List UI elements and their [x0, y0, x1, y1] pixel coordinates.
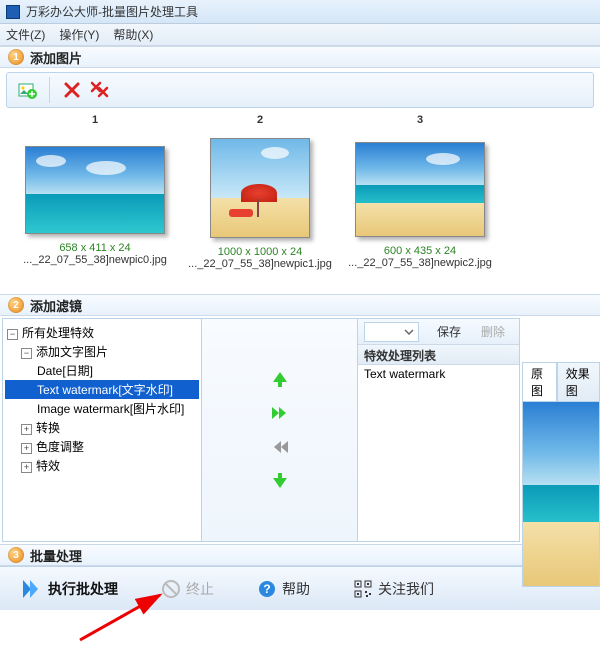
thumb-1-dims: 658 x 411 x 24 [23, 242, 167, 254]
execute-batch-button[interactable]: 执行批处理 [12, 574, 126, 604]
qrcode-icon [354, 580, 372, 598]
image-toolbar [6, 72, 594, 108]
thumb-3[interactable]: 600 x 435 x 24 ..._22_07_55_38]newpic2.j… [340, 132, 500, 270]
section3-header: 3 批量处理 [0, 544, 600, 566]
window-titlebar: 万彩办公大师-批量图片处理工具 [0, 0, 600, 24]
clear-all-button[interactable] [86, 76, 114, 104]
stop-label: 终止 [186, 579, 214, 599]
section1-title: 添加图片 [30, 48, 82, 67]
double-arrow-right-icon [270, 403, 290, 423]
chevron-down-icon [403, 326, 415, 338]
help-button[interactable]: ? 帮助 [250, 575, 318, 603]
thumb-2[interactable]: 1000 x 1000 x 24 ..._22_07_55_38]newpic1… [180, 132, 340, 270]
tab-original[interactable]: 原图 [522, 362, 557, 402]
tree-text-watermark[interactable]: Text watermark[文字水印] [5, 380, 199, 399]
remove-icon [63, 81, 81, 99]
move-down-button[interactable] [268, 469, 292, 493]
section1-header: 1 添加图片 [0, 46, 600, 68]
thumb-3-image [355, 142, 485, 237]
section2-body: −所有处理特效 −添加文字图片 Date[日期] Text watermark[… [0, 316, 600, 544]
step-badge-1: 1 [8, 49, 24, 65]
remove-image-button[interactable] [58, 76, 86, 104]
toolbar-separator [49, 77, 50, 103]
menu-action[interactable]: 操作(Y) [59, 26, 99, 43]
double-arrow-left-icon [270, 437, 290, 457]
effect-list-header: 特效处理列表 [358, 345, 519, 365]
delete-preset-button[interactable]: 删除 [473, 321, 513, 342]
thumbs-header: 1 2 3 [0, 112, 600, 128]
tree-effects[interactable]: +特效 [5, 456, 199, 475]
effect-list-toolbar: 保存 删除 [358, 319, 519, 345]
tree-toggle-icon[interactable]: − [21, 348, 32, 359]
thumb-1-caption: 658 x 411 x 24 ..._22_07_55_38]newpic0.j… [23, 242, 167, 266]
follow-us-label: 关注我们 [378, 579, 434, 599]
help-icon: ? [258, 580, 276, 598]
col-1: 1 [10, 114, 180, 126]
execute-batch-label: 执行批处理 [48, 579, 118, 599]
help-label: 帮助 [282, 579, 310, 599]
preview-image [522, 401, 600, 587]
thumb-3-fname: ..._22_07_55_38]newpic2.jpg [348, 257, 492, 269]
tree-date[interactable]: Date[日期] [5, 361, 199, 380]
svg-text:?: ? [263, 582, 270, 596]
effect-list-item[interactable]: Text watermark [364, 367, 513, 381]
section2-title: 添加滤镜 [30, 296, 82, 315]
col-2: 2 [180, 114, 340, 126]
thumb-2-image [210, 138, 310, 238]
tab-result[interactable]: 效果图 [557, 362, 600, 402]
thumb-1-image [25, 146, 165, 234]
stop-icon [162, 580, 180, 598]
stop-button[interactable]: 终止 [154, 575, 222, 603]
clear-all-icon [90, 81, 110, 99]
thumbs-row: 658 x 411 x 24 ..._22_07_55_38]newpic0.j… [0, 128, 600, 294]
tree-toggle-icon[interactable]: + [21, 462, 32, 473]
save-preset-button[interactable]: 保存 [429, 321, 469, 342]
arrow-buttons-pane [202, 318, 357, 542]
tree-root[interactable]: −所有处理特效 [5, 323, 199, 342]
tree-toggle-icon[interactable]: − [7, 329, 18, 340]
tree-color-adjust[interactable]: +色度调整 [5, 437, 199, 456]
remove-effect-button[interactable] [268, 435, 292, 459]
section2-header: 2 添加滤镜 [0, 294, 600, 316]
effect-list-pane: 保存 删除 特效处理列表 Text watermark [357, 318, 520, 542]
app-icon [6, 5, 20, 19]
effects-tree[interactable]: −所有处理特效 −添加文字图片 Date[日期] Text watermark[… [2, 318, 202, 542]
preview-pane: 原图 效果图 [522, 362, 600, 592]
arrow-down-icon [270, 471, 290, 491]
step-badge-3: 3 [8, 547, 24, 563]
add-image-icon [17, 80, 37, 100]
arrow-up-icon [270, 369, 290, 389]
add-effect-button[interactable] [268, 401, 292, 425]
effect-list[interactable]: Text watermark [358, 365, 519, 541]
move-up-button[interactable] [268, 367, 292, 391]
bottom-toolbar: 执行批处理 终止 ? 帮助 关注我们 [0, 566, 600, 610]
window-title: 万彩办公大师-批量图片处理工具 [26, 3, 198, 20]
follow-us-button[interactable]: 关注我们 [346, 575, 442, 603]
add-image-button[interactable] [13, 76, 41, 104]
tree-image-watermark[interactable]: Image watermark[图片水印] [5, 399, 199, 418]
thumb-2-caption: 1000 x 1000 x 24 ..._22_07_55_38]newpic1… [188, 246, 332, 270]
tree-toggle-icon[interactable]: + [21, 424, 32, 435]
thumb-1[interactable]: 658 x 411 x 24 ..._22_07_55_38]newpic0.j… [10, 132, 180, 270]
thumb-3-caption: 600 x 435 x 24 ..._22_07_55_38]newpic2.j… [348, 245, 492, 269]
thumb-2-dims: 1000 x 1000 x 24 [188, 246, 332, 258]
col-3: 3 [340, 114, 500, 126]
menu-help[interactable]: 帮助(X) [113, 26, 153, 43]
play-icon [20, 578, 42, 600]
step-badge-2: 2 [8, 297, 24, 313]
tree-add-text-image[interactable]: −添加文字图片 [5, 342, 199, 361]
section1-body: 1 2 3 658 x 411 x 24 ..._22_07_55_38]new… [0, 72, 600, 294]
preset-select[interactable] [364, 322, 419, 342]
thumb-1-fname: ..._22_07_55_38]newpic0.jpg [23, 254, 167, 266]
thumb-3-dims: 600 x 435 x 24 [348, 245, 492, 257]
menubar: 文件(Z) 操作(Y) 帮助(X) [0, 24, 600, 46]
preview-tabs: 原图 效果图 [522, 362, 600, 402]
menu-file[interactable]: 文件(Z) [6, 26, 45, 43]
thumb-2-fname: ..._22_07_55_38]newpic1.jpg [188, 258, 332, 270]
section3-title: 批量处理 [30, 546, 82, 565]
tree-toggle-icon[interactable]: + [21, 443, 32, 454]
tree-convert[interactable]: +转换 [5, 418, 199, 437]
